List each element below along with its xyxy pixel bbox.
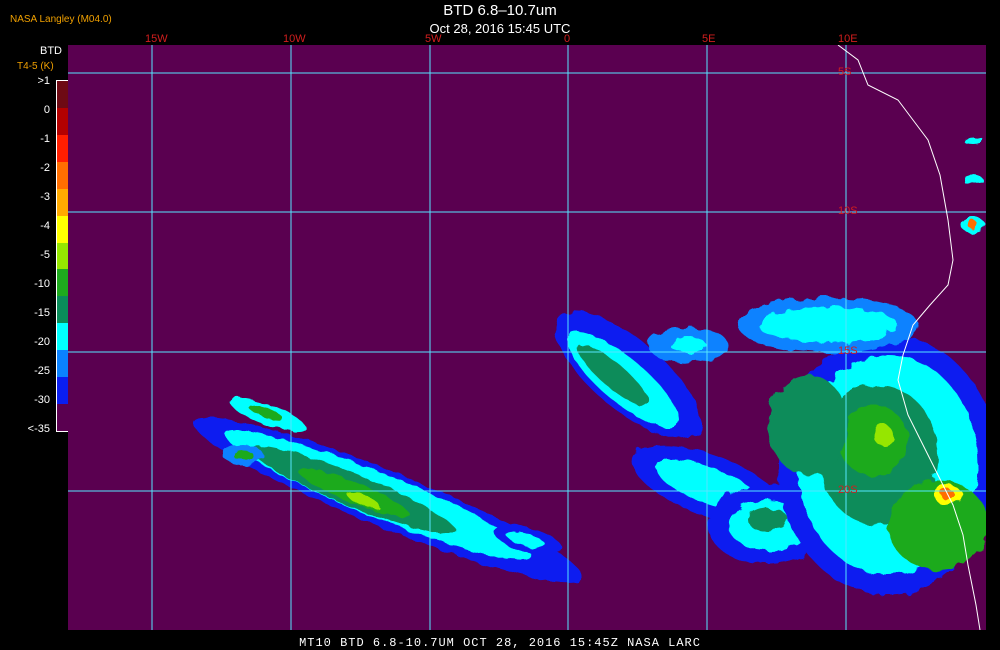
lat-label-20s: 20S xyxy=(838,484,858,496)
lon-label-0: 0 xyxy=(564,33,571,45)
lon-label-15w: 15W xyxy=(145,33,168,45)
lon-label-10w: 10W xyxy=(283,33,306,45)
legend-tick-label: -15 xyxy=(34,307,50,319)
cloud-band-west xyxy=(193,398,583,583)
lat-label-5s: 5S xyxy=(838,66,852,78)
legend-tick-label: -2 xyxy=(40,162,50,174)
legend-tick-label: -3 xyxy=(40,191,50,203)
satellite-map xyxy=(68,45,986,630)
legend-tick-label: -5 xyxy=(40,249,50,261)
lat-label-15s: 15S xyxy=(838,345,858,357)
lat-label-10s: 10S xyxy=(838,205,858,217)
legend-tick-label: -4 xyxy=(40,220,50,232)
cloud-imagery xyxy=(193,136,986,595)
legend-tick-label: <-35 xyxy=(27,423,50,435)
legend-unit: T4-5 (K) xyxy=(17,61,54,72)
legend-tick-label: -1 xyxy=(40,133,50,145)
legend-tick-label: 0 xyxy=(43,104,50,116)
legend-tick-label: >1 xyxy=(37,75,50,87)
lon-label-10e: 10E xyxy=(838,33,858,45)
legend-title: BTD xyxy=(40,45,62,57)
map-title: BTD 6.8–10.7um xyxy=(443,2,557,19)
footer-caption: MT10 BTD 6.8-10.7UM OCT 28, 2016 15:45Z … xyxy=(299,636,701,650)
legend-tick-label: -25 xyxy=(34,365,50,377)
lon-label-5w: 5W xyxy=(425,33,442,45)
lon-label-5e: 5E xyxy=(702,33,716,45)
legend-tick-label: -30 xyxy=(34,394,50,406)
legend-tick-label: -20 xyxy=(34,336,50,348)
legend-tick-label: -10 xyxy=(34,278,50,290)
map-svg xyxy=(68,45,986,630)
